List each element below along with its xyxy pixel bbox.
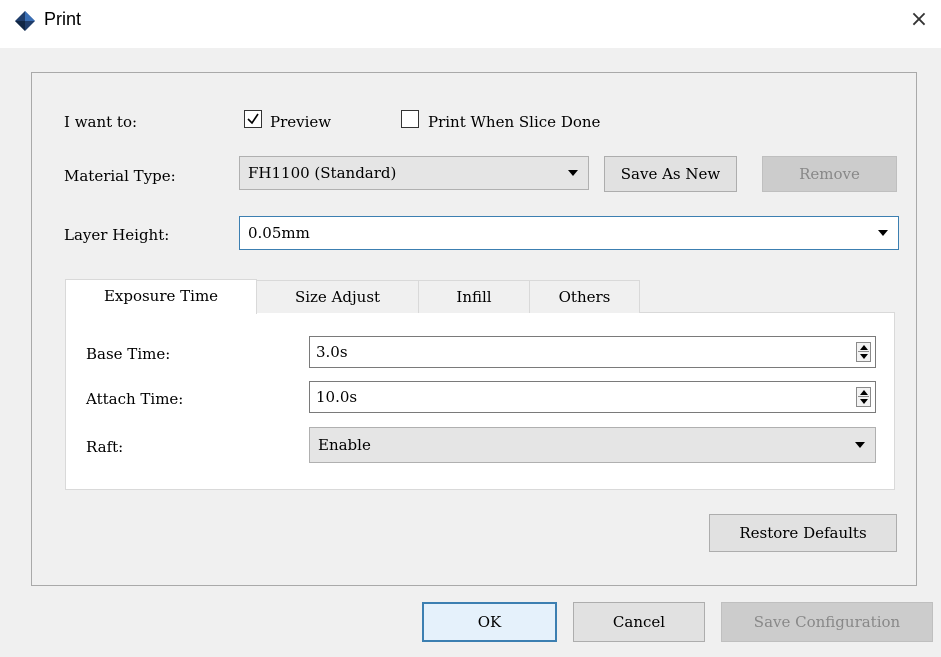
cancel-button[interactable]: Cancel (573, 602, 705, 642)
arrow-up-icon (860, 390, 868, 395)
material-type-select[interactable]: FH1100 (Standard) (239, 156, 589, 190)
print-when-done-checkbox[interactable] (401, 110, 419, 128)
save-as-new-button[interactable]: Save As New (604, 156, 737, 192)
base-time-spinner[interactable] (856, 342, 871, 362)
material-type-label: Material Type: (64, 167, 176, 185)
base-time-label: Base Time: (86, 345, 171, 363)
raft-select[interactable]: Enable (309, 427, 876, 463)
save-configuration-button[interactable]: Save Configuration (721, 602, 933, 642)
remove-label: Remove (799, 165, 860, 183)
save-as-new-label: Save As New (620, 165, 721, 183)
base-time-value: 3.0s (316, 343, 348, 361)
attach-time-spinner[interactable] (856, 387, 871, 407)
checkmark-icon (247, 113, 259, 125)
window-title: Print (44, 9, 82, 29)
restore-defaults-button[interactable]: Restore Defaults (709, 514, 897, 552)
cancel-label: Cancel (612, 613, 666, 631)
attach-time-value: 10.0s (316, 388, 358, 406)
base-time-input[interactable]: 3.0s (309, 336, 876, 368)
ok-button[interactable]: OK (422, 602, 557, 642)
remove-button[interactable]: Remove (762, 156, 897, 192)
i-want-to-label: I want to: (64, 113, 138, 131)
layer-height-select[interactable]: 0.05mm (239, 216, 899, 250)
chevron-down-icon (855, 442, 865, 448)
chevron-down-icon (568, 170, 578, 176)
chevron-down-icon (878, 230, 888, 236)
restore-defaults-label: Restore Defaults (739, 524, 867, 542)
title-bar: Print × (0, 0, 941, 48)
preview-checkbox[interactable] (244, 110, 262, 128)
raft-label: Raft: (86, 438, 124, 456)
raft-value: Enable (318, 436, 371, 454)
arrow-down-icon (860, 354, 868, 359)
close-icon[interactable]: × (905, 6, 933, 34)
preview-label[interactable]: Preview (270, 113, 331, 131)
arrow-up-icon (860, 345, 868, 350)
ok-label: OK (477, 613, 502, 631)
material-type-value: FH1100 (Standard) (248, 164, 397, 182)
diamond-logo-icon (15, 11, 35, 31)
arrow-down-icon (860, 399, 868, 404)
attach-time-input[interactable]: 10.0s (309, 381, 876, 413)
print-when-done-label[interactable]: Print When Slice Done (428, 113, 600, 131)
tab-exposure-time[interactable]: Exposure Time (65, 279, 257, 314)
tab-infill[interactable]: Infill (418, 280, 530, 313)
save-configuration-label: Save Configuration (753, 613, 901, 631)
tab-size-adjust[interactable]: Size Adjust (256, 280, 419, 313)
layer-height-value: 0.05mm (248, 224, 310, 242)
layer-height-label: Layer Height: (64, 226, 170, 244)
attach-time-label: Attach Time: (86, 390, 184, 408)
tab-others[interactable]: Others (529, 280, 640, 313)
